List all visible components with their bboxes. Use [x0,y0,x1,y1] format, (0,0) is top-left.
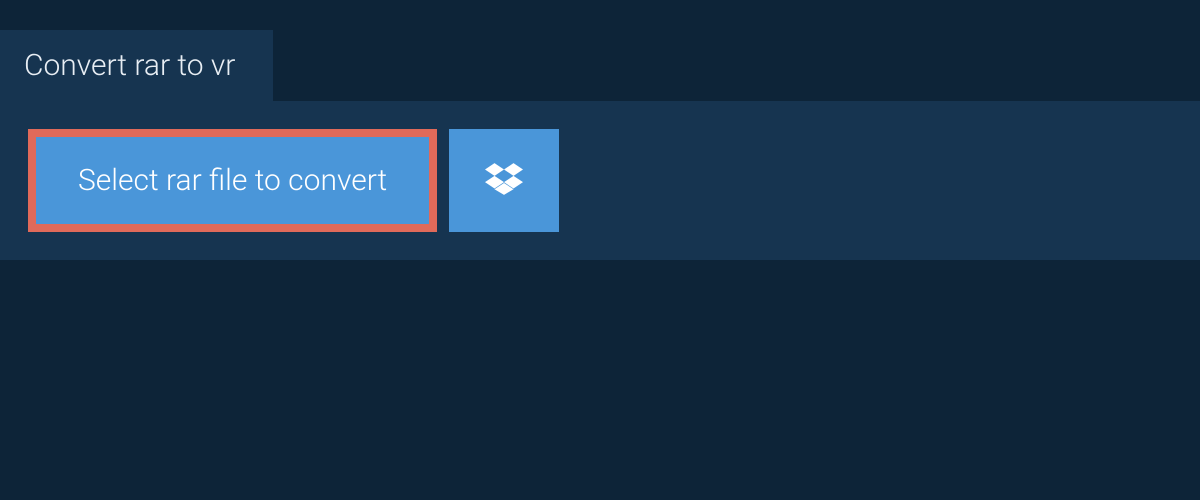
page-title-tab: Convert rar to vr [0,30,273,101]
dropbox-icon [485,160,523,201]
dropbox-button[interactable] [449,129,559,232]
select-file-button-label: Select rar file to convert [78,163,387,198]
upload-panel: Select rar file to convert [0,101,1200,260]
select-file-button[interactable]: Select rar file to convert [28,129,437,232]
page-title: Convert rar to vr [24,48,235,83]
